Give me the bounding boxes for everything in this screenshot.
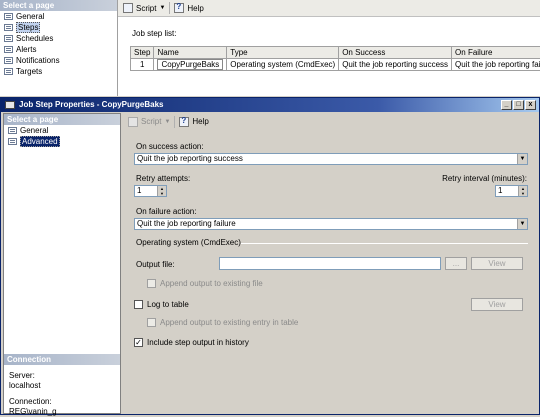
chevron-down-icon[interactable]: ▼ xyxy=(159,5,165,11)
on-failure-dropdown[interactable]: Quit the job reporting failure ▼ xyxy=(134,218,528,230)
column-header-type[interactable]: Type xyxy=(227,47,339,59)
bg-page-notifications[interactable]: Notifications xyxy=(0,55,117,66)
page-icon xyxy=(8,127,17,134)
toolbar-separator xyxy=(169,2,170,14)
retry-attempts-label: Retry attempts: xyxy=(136,174,190,184)
bg-page-general[interactable]: General xyxy=(0,11,117,22)
dialog-titlebar[interactable]: Job Step Properties - CopyPurgeBaks _ □ … xyxy=(1,98,539,112)
os-section-label: Operating system (CmdExec) xyxy=(136,238,241,248)
retry-attempts-spinner[interactable]: 1 ▲▼ xyxy=(134,185,167,197)
page-icon xyxy=(4,68,13,75)
view-table-button[interactable]: View xyxy=(471,298,523,311)
cell-on-success: Quit the job reporting success xyxy=(339,59,452,71)
column-header-on-failure[interactable]: On Failure xyxy=(452,47,540,59)
page-general[interactable]: General xyxy=(4,125,120,136)
page-icon xyxy=(4,13,13,20)
page-icon xyxy=(8,138,17,145)
browse-button[interactable]: ... xyxy=(445,257,467,270)
table-header-row: Step Name Type On Success On Failure xyxy=(131,47,540,59)
help-button[interactable]: Help xyxy=(179,115,208,128)
include-history-checkbox[interactable]: ✓ xyxy=(134,338,143,347)
append-entry-label: Append output to existing entry in table xyxy=(160,318,298,328)
section-divider xyxy=(241,243,528,244)
select-page-header: Select a page xyxy=(0,0,117,11)
connection-label: Connection: xyxy=(4,397,120,407)
connection-header: Connection xyxy=(4,354,120,365)
view-output-button[interactable]: View xyxy=(471,257,523,270)
bg-toolbar: Script▼ Help xyxy=(118,0,540,17)
script-icon xyxy=(123,3,133,13)
append-output-label: Append output to existing file xyxy=(160,279,263,289)
background-page-list: Select a page General Steps Schedules Al… xyxy=(0,0,118,96)
server-label: Server: xyxy=(4,371,120,381)
connection-panel: Connection Server: localhost Connection:… xyxy=(4,354,120,417)
output-file-input[interactable] xyxy=(219,257,441,270)
page-icon xyxy=(4,57,13,64)
job-step-properties-dialog: Job Step Properties - CopyPurgeBaks _ □ … xyxy=(0,97,540,415)
page-icon xyxy=(4,24,13,31)
log-to-table-label: Log to table xyxy=(147,300,189,310)
maximize-button[interactable]: □ xyxy=(513,100,524,110)
bg-help-button[interactable]: Help xyxy=(174,2,203,15)
close-button[interactable]: x xyxy=(525,100,536,110)
retry-interval-spinner[interactable]: 1 ▲▼ xyxy=(495,185,528,197)
dialog-page-list: Select a page General Advanced Connectio… xyxy=(3,113,121,414)
dialog-toolbar: Script▼ Help xyxy=(123,113,537,130)
script-button[interactable]: Script▼ xyxy=(128,115,170,128)
window-icon xyxy=(5,101,15,109)
toolbar-separator xyxy=(174,116,175,128)
script-icon xyxy=(128,117,138,127)
chevron-down-icon[interactable]: ▼ xyxy=(164,119,170,125)
minimize-button[interactable]: _ xyxy=(501,100,512,110)
spinner-arrows-icon[interactable]: ▲▼ xyxy=(157,186,166,196)
column-header-step[interactable]: Step xyxy=(131,47,154,59)
help-icon xyxy=(179,117,189,127)
column-header-name[interactable]: Name xyxy=(154,47,227,59)
bg-page-alerts[interactable]: Alerts xyxy=(0,44,117,55)
server-value: localhost xyxy=(4,381,120,391)
on-success-label: On success action: xyxy=(136,142,204,152)
page-advanced[interactable]: Advanced xyxy=(4,136,120,147)
output-file-label: Output file: xyxy=(136,260,175,270)
on-success-dropdown[interactable]: Quit the job reporting success ▼ xyxy=(134,153,528,165)
include-history-label: Include step output in history xyxy=(147,338,249,348)
on-failure-label: On failure action: xyxy=(136,207,196,217)
append-entry-checkbox[interactable] xyxy=(147,318,156,327)
help-icon xyxy=(174,3,184,13)
spinner-arrows-icon[interactable]: ▲▼ xyxy=(518,186,527,196)
dialog-title: Job Step Properties - CopyPurgeBaks xyxy=(19,100,163,109)
select-page-header: Select a page xyxy=(4,114,120,125)
table-row[interactable]: 1 CopyPurgeBaks Operating system (CmdExe… xyxy=(131,59,540,71)
page-icon xyxy=(4,35,13,42)
page-icon xyxy=(4,46,13,53)
cell-on-failure: Quit the job reporting failure xyxy=(452,59,540,71)
bg-page-schedules[interactable]: Schedules xyxy=(0,33,117,44)
bg-page-steps[interactable]: Steps xyxy=(0,22,117,33)
advanced-page-content: Script▼ Help On success action: Quit the… xyxy=(123,113,537,414)
retry-interval-label: Retry interval (minutes): xyxy=(442,174,527,184)
column-header-on-success[interactable]: On Success xyxy=(339,47,452,59)
job-step-list-label: Job step list: xyxy=(132,29,176,39)
log-to-table-checkbox[interactable] xyxy=(134,300,143,309)
chevron-down-icon[interactable]: ▼ xyxy=(517,154,527,164)
bg-page-targets[interactable]: Targets xyxy=(0,66,117,77)
connection-value: REG\vanin_g xyxy=(4,407,120,417)
cell-name: CopyPurgeBaks xyxy=(154,59,227,71)
append-output-checkbox[interactable] xyxy=(147,279,156,288)
job-step-table: Step Name Type On Success On Failure 1 C… xyxy=(130,46,540,71)
cell-type: Operating system (CmdExec) xyxy=(227,59,339,71)
chevron-down-icon[interactable]: ▼ xyxy=(517,219,527,229)
bg-script-button[interactable]: Script▼ xyxy=(123,2,165,15)
cell-step: 1 xyxy=(131,59,154,71)
